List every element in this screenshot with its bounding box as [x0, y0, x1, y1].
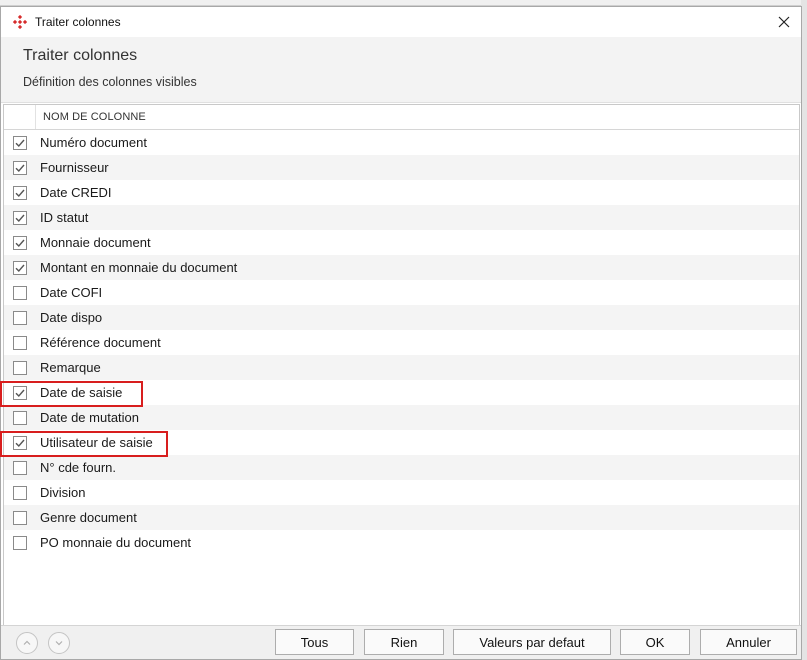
columns-grid: NOM DE COLONNE Numéro document Fournisseu…	[3, 104, 800, 626]
row-checkbox[interactable]	[13, 260, 27, 275]
table-row[interactable]: Date de saisie	[4, 380, 799, 405]
dialog-subtitle: Définition des colonnes visibles	[23, 75, 197, 89]
row-label: Référence document	[40, 335, 161, 350]
dialog-title: Traiter colonnes	[23, 47, 138, 64]
check-icon	[15, 139, 25, 147]
row-checkbox[interactable]	[13, 235, 27, 250]
row-checkbox[interactable]	[13, 185, 27, 200]
row-checkbox[interactable]	[13, 410, 27, 425]
row-label: Montant en monnaie du document	[40, 260, 238, 275]
row-label: Date CREDI	[40, 185, 112, 200]
row-label: ID statut	[40, 210, 89, 225]
grid-header: NOM DE COLONNE	[4, 105, 799, 130]
row-label: Date COFI	[40, 285, 103, 300]
check-icon	[15, 214, 25, 222]
check-icon	[15, 264, 25, 272]
default-values-button[interactable]: Valeurs par defaut	[453, 629, 611, 655]
table-row[interactable]: Date de mutation	[4, 405, 799, 430]
row-label: Date de saisie	[40, 385, 123, 400]
row-checkbox[interactable]	[13, 160, 27, 175]
row-checkbox[interactable]	[13, 335, 27, 350]
table-row[interactable]: Date CREDI	[4, 180, 799, 205]
dialog-footer: Tous Rien Valeurs par defaut OK Annuler	[1, 625, 801, 659]
row-checkbox[interactable]	[13, 535, 27, 550]
row-label: Date de mutation	[40, 410, 140, 425]
move-up-button[interactable]	[16, 632, 38, 654]
row-label: Numéro document	[40, 135, 147, 150]
table-row[interactable]: N° cde fourn.	[4, 455, 799, 480]
row-label: Fournisseur	[40, 160, 109, 175]
title-bar: Traiter colonnes	[1, 7, 801, 37]
row-checkbox[interactable]	[13, 210, 27, 225]
row-label: PO monnaie du document	[40, 535, 192, 550]
row-checkbox[interactable]	[13, 510, 27, 525]
row-label: Monnaie document	[40, 235, 151, 250]
row-checkbox[interactable]	[13, 385, 27, 400]
cancel-button[interactable]: Annuler	[700, 629, 797, 655]
dialog-header: Traiter colonnes Définition des colonnes…	[1, 37, 801, 103]
row-checkbox[interactable]	[13, 360, 27, 375]
select-none-button[interactable]: Rien	[364, 629, 444, 655]
app-logo-icon	[13, 15, 27, 29]
table-row[interactable]: Montant en monnaie du document	[4, 255, 799, 280]
table-row[interactable]: Genre document	[4, 505, 799, 530]
check-icon	[15, 389, 25, 397]
column-header-name[interactable]: NOM DE COLONNE	[36, 111, 146, 123]
table-row[interactable]: PO monnaie du document	[4, 530, 799, 555]
row-label: Date dispo	[40, 310, 103, 325]
chevron-up-icon	[23, 640, 31, 645]
row-checkbox[interactable]	[13, 460, 27, 475]
table-row[interactable]: Date COFI	[4, 280, 799, 305]
row-label: N° cde fourn.	[40, 460, 117, 475]
row-checkbox[interactable]	[13, 135, 27, 150]
columns-dialog: Traiter colonnes Traiter colonnes Défini…	[0, 6, 802, 660]
table-row[interactable]: Division	[4, 480, 799, 505]
table-row[interactable]: Fournisseur	[4, 155, 799, 180]
row-checkbox[interactable]	[13, 435, 27, 450]
ok-button[interactable]: OK	[620, 629, 690, 655]
check-icon	[15, 239, 25, 247]
move-down-button[interactable]	[48, 632, 70, 654]
row-label: Utilisateur de saisie	[40, 435, 153, 450]
table-row[interactable]: Remarque	[4, 355, 799, 380]
row-checkbox[interactable]	[13, 310, 27, 325]
row-checkbox[interactable]	[13, 285, 27, 300]
grid-header-check-cell	[4, 105, 36, 129]
row-label: Division	[40, 485, 86, 500]
check-icon	[15, 189, 25, 197]
table-row[interactable]: Référence document	[4, 330, 799, 355]
close-icon	[778, 16, 790, 28]
row-label: Genre document	[40, 510, 137, 525]
row-label: Remarque	[40, 360, 101, 375]
select-all-button[interactable]: Tous	[275, 629, 354, 655]
table-row[interactable]: Date dispo	[4, 305, 799, 330]
table-row[interactable]: Monnaie document	[4, 230, 799, 255]
chevron-down-icon	[55, 641, 63, 646]
grid-rows: Numéro document Fournisseur Date CREDI ID s…	[4, 130, 799, 555]
table-row[interactable]: Utilisateur de saisie	[4, 430, 799, 455]
check-icon	[15, 439, 25, 447]
check-icon	[15, 164, 25, 172]
window-title: Traiter colonnes	[35, 15, 121, 29]
table-row[interactable]: ID statut	[4, 205, 799, 230]
table-row[interactable]: Numéro document	[4, 130, 799, 155]
row-checkbox[interactable]	[13, 485, 27, 500]
close-button[interactable]	[767, 7, 801, 37]
